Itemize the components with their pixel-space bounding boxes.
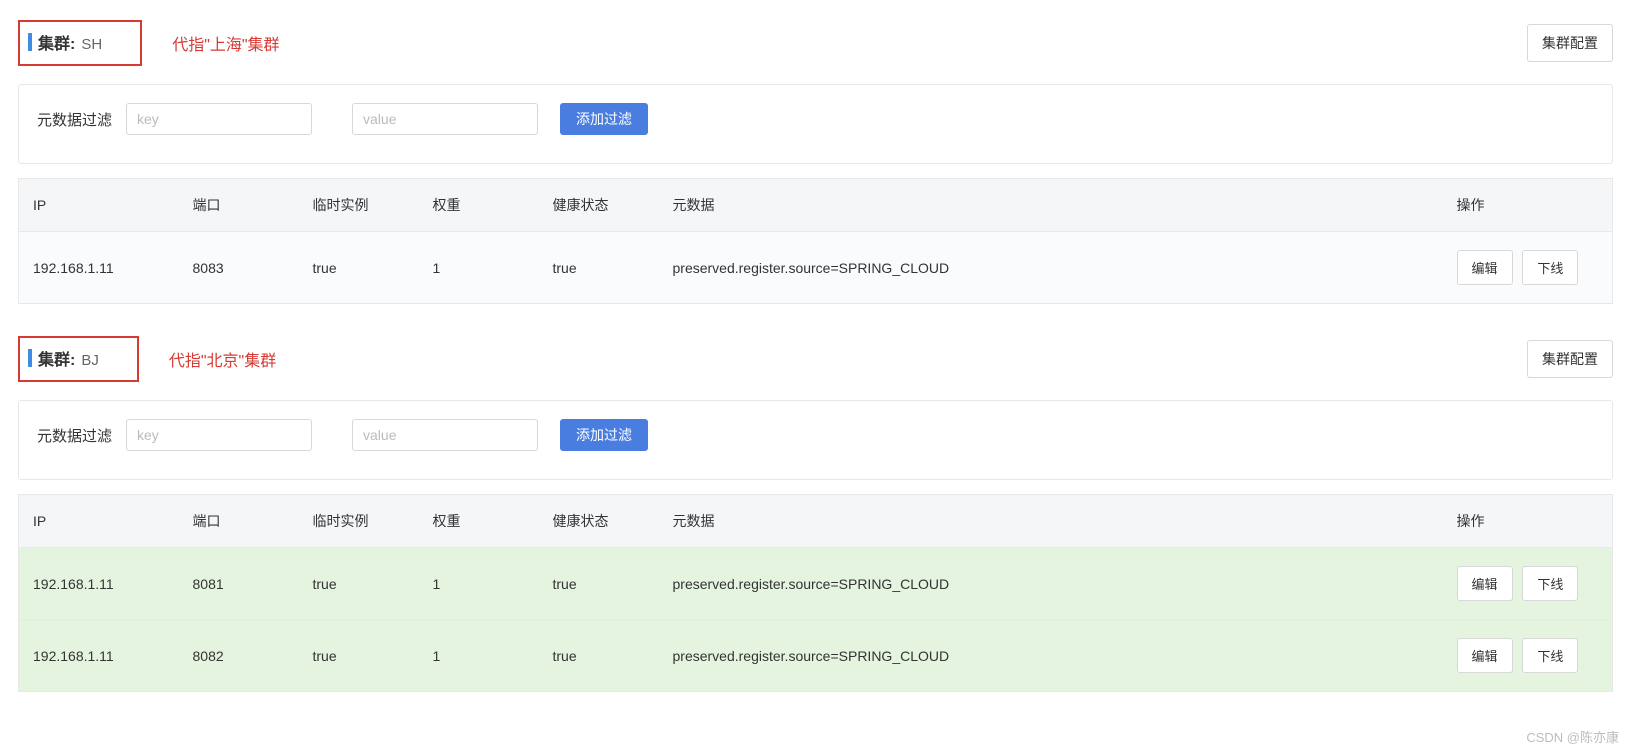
col-health: 健康状态 bbox=[539, 179, 659, 232]
instance-table: IP 端口 临时实例 权重 健康状态 元数据 操作 192.168.1.11 8… bbox=[18, 494, 1613, 692]
cluster-config-button[interactable]: 集群配置 bbox=[1527, 24, 1613, 62]
col-ops: 操作 bbox=[1443, 179, 1613, 232]
cell-health: true bbox=[539, 620, 659, 692]
cell-port: 8082 bbox=[179, 620, 299, 692]
cell-ip: 192.168.1.11 bbox=[19, 620, 179, 692]
cell-port: 8081 bbox=[179, 548, 299, 620]
cell-ops: 编辑 下线 bbox=[1443, 620, 1613, 692]
col-weight: 权重 bbox=[419, 179, 539, 232]
cell-weight: 1 bbox=[419, 620, 539, 692]
title-bar-icon bbox=[28, 33, 32, 51]
filter-key-input[interactable] bbox=[126, 103, 312, 135]
cell-temp: true bbox=[299, 548, 419, 620]
cell-health: true bbox=[539, 232, 659, 304]
add-filter-button[interactable]: 添加过滤 bbox=[560, 103, 648, 135]
cell-weight: 1 bbox=[419, 232, 539, 304]
table-row: 192.168.1.11 8081 true 1 true preserved.… bbox=[19, 548, 1613, 620]
cell-ip: 192.168.1.11 bbox=[19, 548, 179, 620]
filter-value-input[interactable] bbox=[352, 103, 538, 135]
metadata-filter-panel: 元数据过滤 添加过滤 bbox=[18, 84, 1613, 164]
offline-button[interactable]: 下线 bbox=[1522, 566, 1578, 601]
filter-key-input[interactable] bbox=[126, 419, 312, 451]
cell-temp: true bbox=[299, 232, 419, 304]
cluster-annotation: 代指"北京"集群 bbox=[169, 347, 276, 371]
cluster-annotation: 代指"上海"集群 bbox=[172, 31, 279, 55]
table-header-row: IP 端口 临时实例 权重 健康状态 元数据 操作 bbox=[19, 179, 1613, 232]
cell-port: 8083 bbox=[179, 232, 299, 304]
cluster-header: 集群: BJ 代指"北京"集群 集群配置 bbox=[18, 334, 1613, 384]
title-bar-icon bbox=[28, 349, 32, 367]
cluster-code: SH bbox=[81, 36, 102, 53]
cluster-block: 集群: SH 代指"上海"集群 集群配置 元数据过滤 添加过滤 IP 端口 临时… bbox=[18, 18, 1613, 304]
cluster-block: 集群: BJ 代指"北京"集群 集群配置 元数据过滤 添加过滤 IP 端口 临时… bbox=[18, 334, 1613, 692]
table-row: 192.168.1.11 8083 true 1 true preserved.… bbox=[19, 232, 1613, 304]
table-header-row: IP 端口 临时实例 权重 健康状态 元数据 操作 bbox=[19, 495, 1613, 548]
cell-temp: true bbox=[299, 620, 419, 692]
col-temp: 临时实例 bbox=[299, 179, 419, 232]
offline-button[interactable]: 下线 bbox=[1522, 250, 1578, 285]
cell-meta: preserved.register.source=SPRING_CLOUD bbox=[659, 232, 1443, 304]
edit-button[interactable]: 编辑 bbox=[1457, 566, 1513, 601]
col-health: 健康状态 bbox=[539, 495, 659, 548]
cell-meta: preserved.register.source=SPRING_CLOUD bbox=[659, 620, 1443, 692]
col-temp: 临时实例 bbox=[299, 495, 419, 548]
cluster-code: BJ bbox=[81, 352, 99, 369]
col-port: 端口 bbox=[179, 179, 299, 232]
col-weight: 权重 bbox=[419, 495, 539, 548]
table-row: 192.168.1.11 8082 true 1 true preserved.… bbox=[19, 620, 1613, 692]
col-port: 端口 bbox=[179, 495, 299, 548]
col-meta: 元数据 bbox=[659, 179, 1443, 232]
cell-ops: 编辑 下线 bbox=[1443, 232, 1613, 304]
filter-label: 元数据过滤 bbox=[37, 109, 112, 130]
cell-weight: 1 bbox=[419, 548, 539, 620]
offline-button[interactable]: 下线 bbox=[1522, 638, 1578, 673]
filter-label: 元数据过滤 bbox=[37, 425, 112, 446]
cell-ip: 192.168.1.11 bbox=[19, 232, 179, 304]
col-ops: 操作 bbox=[1443, 495, 1613, 548]
cluster-header: 集群: SH 代指"上海"集群 集群配置 bbox=[18, 18, 1613, 68]
cluster-title-box: 集群: BJ bbox=[18, 336, 139, 382]
instance-table: IP 端口 临时实例 权重 健康状态 元数据 操作 192.168.1.11 8… bbox=[18, 178, 1613, 304]
cell-meta: preserved.register.source=SPRING_CLOUD bbox=[659, 548, 1443, 620]
watermark: CSDN @陈亦康 bbox=[1526, 727, 1619, 746]
cell-health: true bbox=[539, 548, 659, 620]
edit-button[interactable]: 编辑 bbox=[1457, 638, 1513, 673]
edit-button[interactable]: 编辑 bbox=[1457, 250, 1513, 285]
cluster-label: 集群: bbox=[38, 30, 75, 54]
col-meta: 元数据 bbox=[659, 495, 1443, 548]
cell-ops: 编辑 下线 bbox=[1443, 548, 1613, 620]
cluster-config-button[interactable]: 集群配置 bbox=[1527, 340, 1613, 378]
col-ip: IP bbox=[19, 495, 179, 548]
metadata-filter-panel: 元数据过滤 添加过滤 bbox=[18, 400, 1613, 480]
filter-value-input[interactable] bbox=[352, 419, 538, 451]
cluster-label: 集群: bbox=[38, 346, 75, 370]
col-ip: IP bbox=[19, 179, 179, 232]
add-filter-button[interactable]: 添加过滤 bbox=[560, 419, 648, 451]
cluster-title-box: 集群: SH bbox=[18, 20, 142, 66]
